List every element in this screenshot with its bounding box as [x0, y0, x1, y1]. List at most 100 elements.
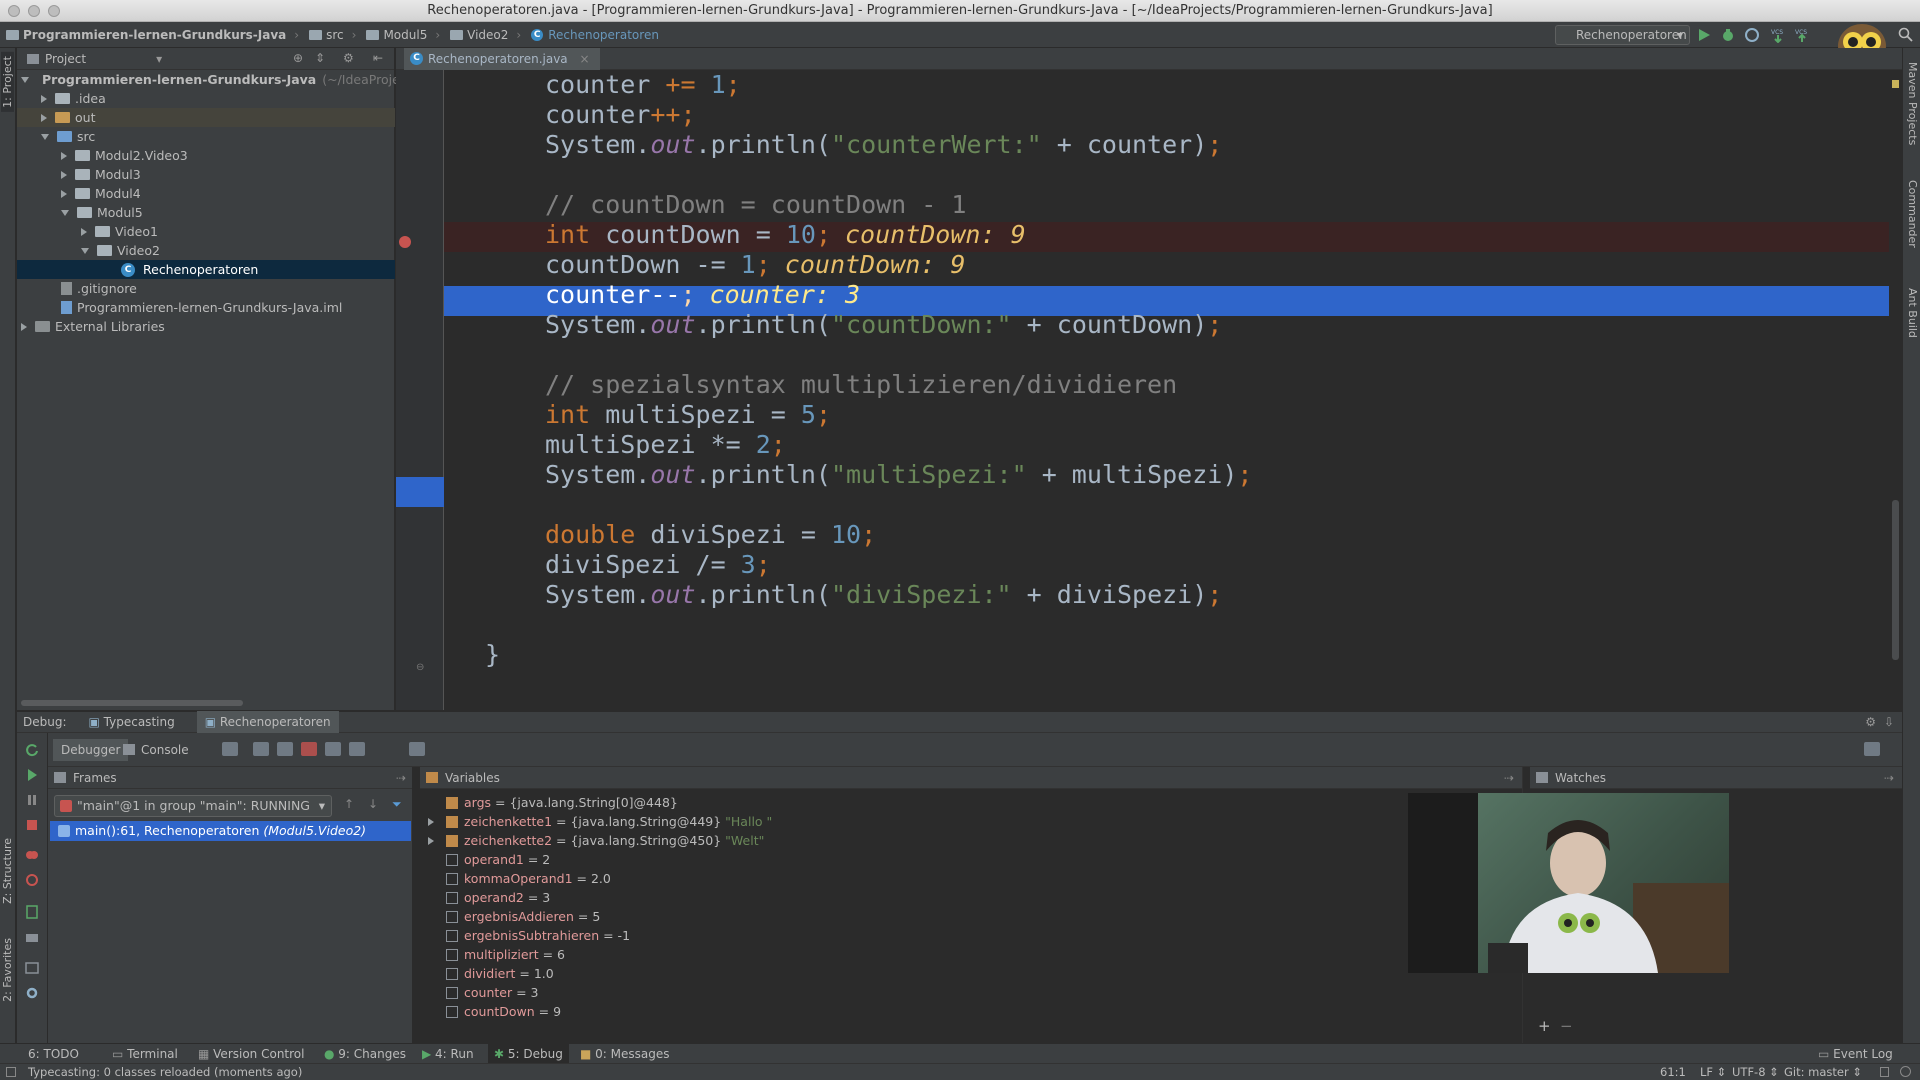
arrow-down-icon[interactable]: ↓: [368, 797, 378, 811]
version-control-tool-button[interactable]: ▦ Version Control: [198, 1044, 304, 1064]
tab-console[interactable]: Console: [119, 739, 197, 761]
messages-tool-button[interactable]: ■ 0: Messages: [580, 1044, 670, 1064]
project-view-select[interactable]: Project: [45, 52, 86, 66]
line-separator[interactable]: LF ⇕: [1700, 1064, 1726, 1080]
variable-row[interactable]: zeichenkette1 = {java.lang.String@449} "…: [428, 812, 772, 831]
gear-icon[interactable]: ⚙: [1865, 715, 1876, 729]
variable-row[interactable]: counter = 3: [428, 983, 538, 1002]
favorites-tool-button[interactable]: 2: Favorites: [1, 938, 14, 1002]
tree-item-external-libraries[interactable]: External Libraries: [21, 317, 165, 336]
expand-arrow-icon[interactable]: [61, 170, 67, 179]
expand-arrow-icon[interactable]: [61, 151, 67, 160]
filter-icon[interactable]: ⏷: [392, 797, 402, 812]
coverage-icon[interactable]: [1744, 27, 1760, 43]
maximize-window-button[interactable]: [48, 5, 60, 17]
rerun-icon[interactable]: [25, 743, 39, 757]
editor-vertical-scrollbar[interactable]: [1889, 70, 1902, 710]
lock-icon[interactable]: [1880, 1067, 1889, 1077]
tree-item-gitignore[interactable]: .gitignore: [61, 279, 137, 298]
terminal-tool-button[interactable]: ▭ Terminal: [112, 1044, 178, 1064]
inspection-icon[interactable]: [1900, 1066, 1911, 1077]
debug-tab-rechenoperatoren[interactable]: ▣ Rechenoperatoren: [196, 711, 339, 733]
camera-icon[interactable]: [25, 930, 39, 944]
breadcrumb-class[interactable]: C Rechenoperatoren: [531, 28, 659, 42]
pause-icon[interactable]: [25, 793, 39, 807]
caret-position[interactable]: 61:1: [1660, 1064, 1686, 1080]
code-editor[interactable]: counter += 1; counter++; System.out.prin…: [444, 70, 1889, 710]
run-icon[interactable]: [1696, 27, 1712, 43]
breadcrumb-video2[interactable]: Video2 ›: [450, 28, 521, 42]
variable-row[interactable]: ergebnisSubtrahieren = -1: [428, 926, 630, 945]
expand-arrow-icon[interactable]: [21, 322, 27, 331]
tree-item-out[interactable]: out: [17, 108, 395, 127]
close-icon[interactable]: ×: [580, 52, 590, 66]
expand-arrow-icon[interactable]: [41, 94, 47, 103]
frame-row-selected[interactable]: main():61, Rechenoperatoren (Modul5.Vide…: [50, 821, 411, 841]
tree-item-modul4[interactable]: Modul4: [61, 184, 141, 203]
variable-row[interactable]: countDown = 9: [428, 1002, 561, 1021]
tree-item-modul2-video3[interactable]: Modul2.Video3: [61, 146, 188, 165]
search-icon[interactable]: [1898, 27, 1914, 43]
tab-debugger[interactable]: Debugger: [53, 739, 129, 761]
evaluate-expression-icon[interactable]: [409, 742, 425, 756]
expand-arrow-icon[interactable]: [61, 189, 67, 198]
file-encoding[interactable]: UTF-8 ⇕: [1732, 1064, 1779, 1080]
tree-item-modul3[interactable]: Modul3: [61, 165, 141, 184]
stop-icon[interactable]: [25, 818, 39, 832]
todo-tool-button[interactable]: 6: TODO: [28, 1044, 79, 1064]
force-step-into-icon[interactable]: [301, 742, 317, 756]
run-tool-button[interactable]: ▶ 4: Run: [422, 1044, 474, 1064]
close-window-button[interactable]: [8, 5, 20, 17]
expand-arrow-icon[interactable]: [61, 209, 69, 216]
structure-tool-button[interactable]: Z: Structure: [1, 838, 14, 904]
tree-item-idea[interactable]: .idea: [41, 89, 106, 108]
collapse-all-icon[interactable]: ⇕: [315, 51, 325, 65]
show-execution-point-icon[interactable]: [222, 742, 238, 756]
remove-watch-button[interactable]: −: [1560, 1017, 1573, 1035]
expand-arrow-icon[interactable]: [41, 133, 49, 140]
step-over-icon[interactable]: [253, 742, 269, 756]
expand-arrow-icon[interactable]: [21, 76, 29, 83]
run-to-cursor-icon[interactable]: [349, 742, 365, 756]
mute-breakpoints-icon[interactable]: [25, 873, 39, 887]
run-configuration-select[interactable]: Rechenoperatoren ▾: [1555, 25, 1690, 45]
hide-panel-icon[interactable]: ⇢: [1504, 767, 1514, 789]
hide-panel-icon[interactable]: ⇩: [1884, 715, 1894, 729]
expand-arrow-icon[interactable]: [428, 831, 446, 850]
locate-icon[interactable]: ⊕: [293, 51, 303, 65]
settings-icon[interactable]: [25, 961, 39, 975]
tree-item-modul5[interactable]: Modul5: [61, 203, 143, 222]
get-thread-dump-icon[interactable]: [25, 905, 39, 919]
breadcrumb-src[interactable]: src ›: [309, 28, 356, 42]
add-watch-button[interactable]: +: [1538, 1017, 1551, 1035]
vcs-update-icon[interactable]: VCS: [1770, 27, 1786, 43]
step-into-icon[interactable]: [277, 742, 293, 756]
variable-row[interactable]: zeichenkette2 = {java.lang.String@450} "…: [428, 831, 764, 850]
variable-row[interactable]: args = {java.lang.String[0]@448}: [428, 793, 678, 812]
tree-item-video1[interactable]: Video1: [81, 222, 158, 241]
editor-tab-rechenoperatoren[interactable]: C Rechenoperatoren.java ×: [404, 48, 600, 70]
hide-panel-icon[interactable]: ⇢: [396, 767, 406, 789]
tree-item-video2[interactable]: Video2: [81, 241, 160, 260]
event-log-tool-button[interactable]: ▭ Event Log: [1818, 1044, 1893, 1064]
expand-arrow-icon[interactable]: [81, 227, 87, 236]
variable-row[interactable]: ergebnisAddieren = 5: [428, 907, 600, 926]
debug-tab-typecasting[interactable]: ▣ Typecasting: [81, 711, 183, 733]
variable-row[interactable]: operand1 = 2: [428, 850, 550, 869]
tree-item-src[interactable]: src: [41, 127, 95, 146]
hide-panel-icon[interactable]: ⇤: [373, 51, 383, 65]
breadcrumb-modul5[interactable]: Modul5 ›: [366, 28, 440, 42]
fold-marker-icon[interactable]: ⊖: [416, 662, 424, 673]
toggle-tool-windows-icon[interactable]: [6, 1067, 16, 1077]
gear-icon[interactable]: ⚙: [343, 51, 354, 65]
project-tool-button[interactable]: 1: Project: [1, 52, 14, 112]
tree-item-rechenoperatoren[interactable]: C Rechenoperatoren: [17, 260, 395, 279]
debug-tool-button[interactable]: ✱ 5: Debug: [488, 1044, 569, 1064]
resume-icon[interactable]: [25, 768, 39, 782]
chevron-down-icon[interactable]: ▾: [156, 52, 162, 66]
expand-arrow-icon[interactable]: [428, 812, 446, 831]
breakpoint-icon[interactable]: [399, 236, 411, 248]
error-stripe-marker[interactable]: [1892, 80, 1899, 88]
hide-panel-icon[interactable]: ⇢: [1884, 767, 1894, 789]
commander-tool-button[interactable]: Commander: [1906, 180, 1919, 248]
